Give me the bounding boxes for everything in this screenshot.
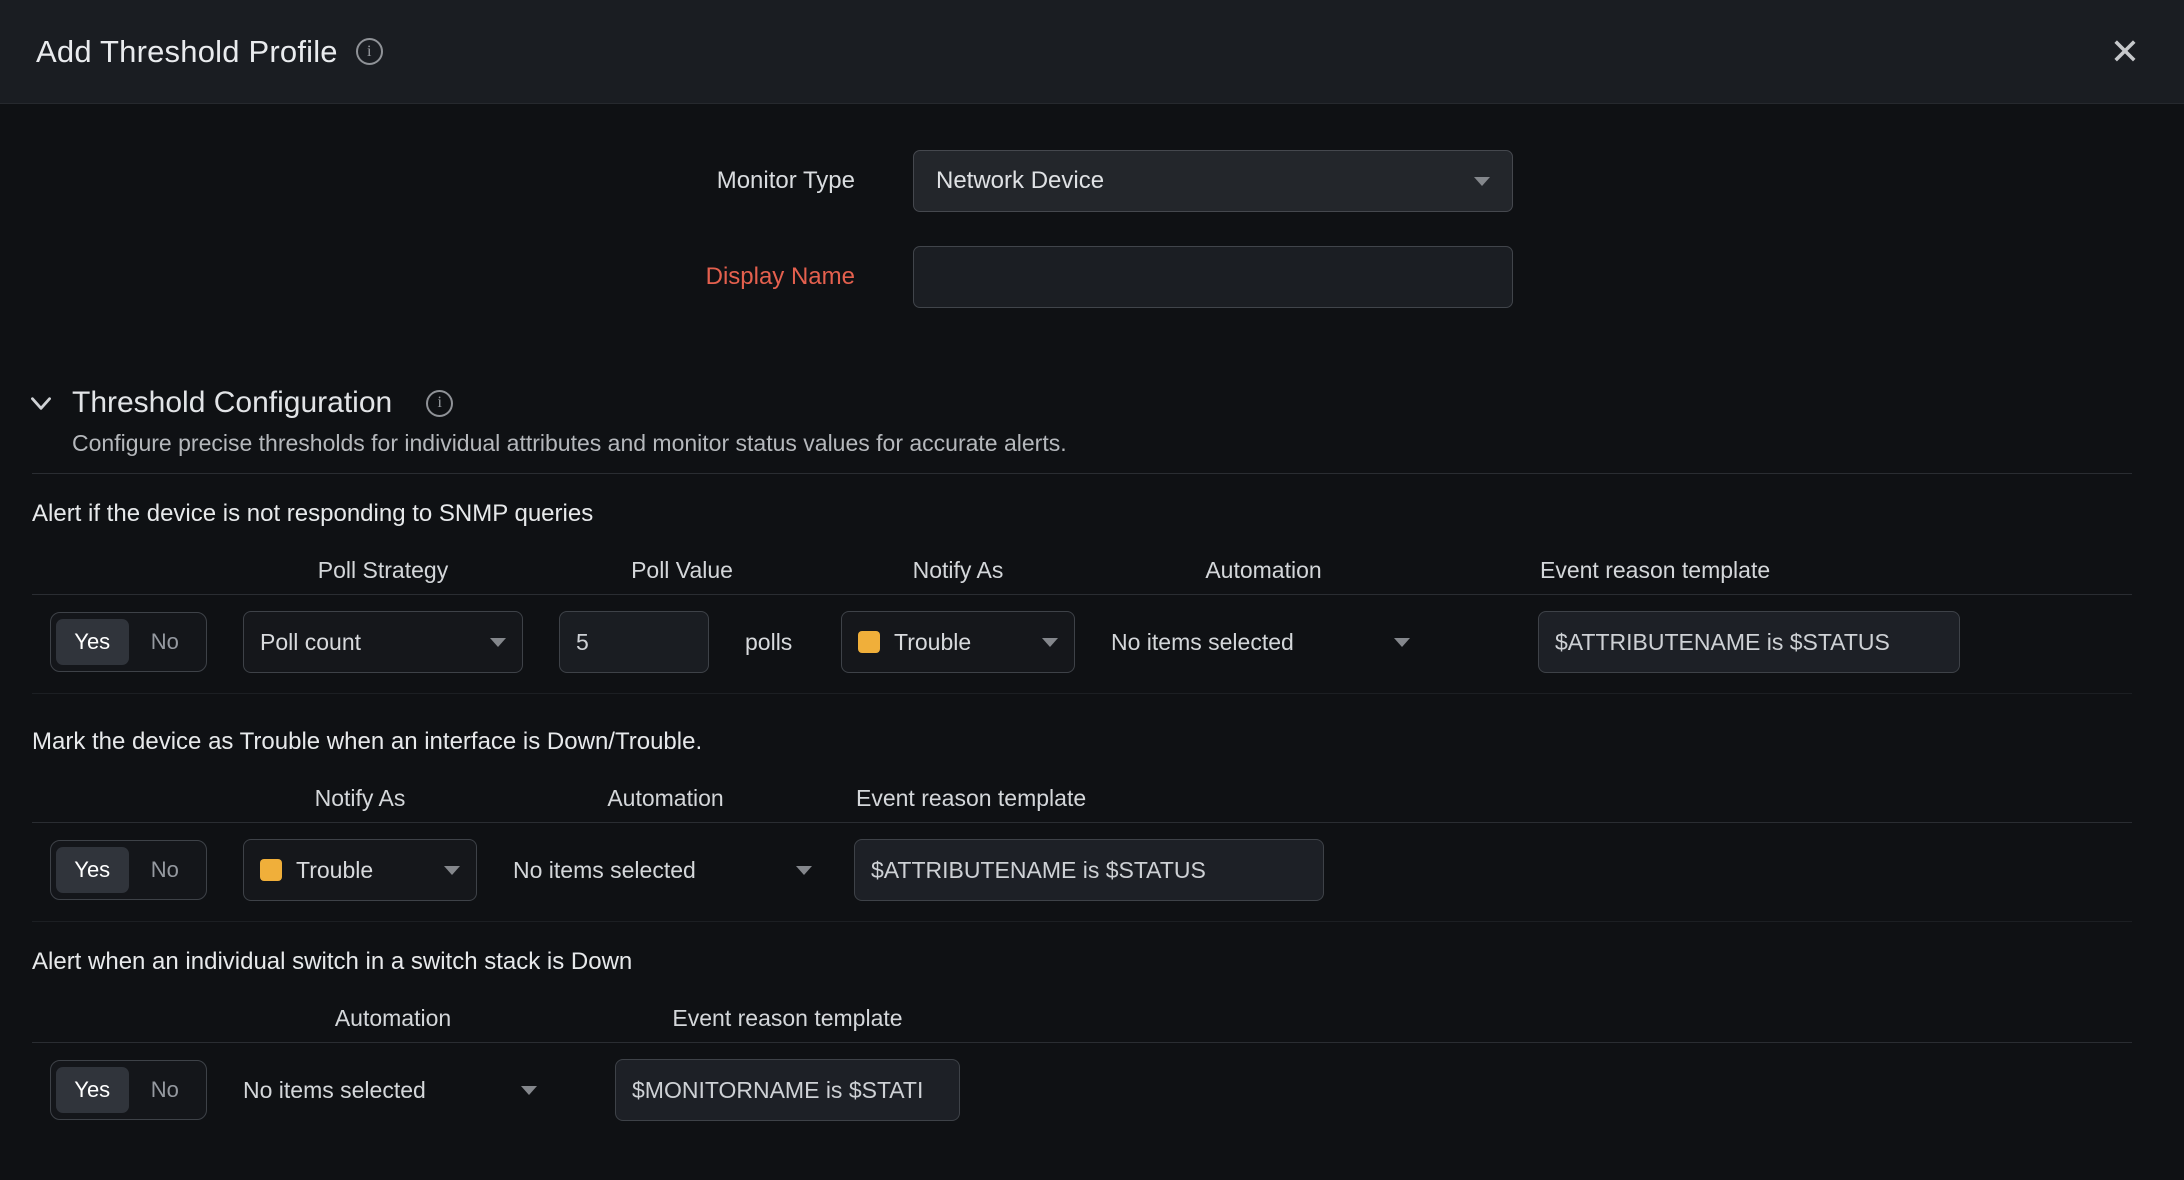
col-event-reason: Event reason template — [1538, 557, 1960, 584]
monitor-type-select[interactable]: Network Device — [913, 150, 1513, 212]
col-automation: Automation — [513, 785, 818, 812]
display-name-row: Display Name — [0, 246, 2184, 308]
snmp-rule-row: Yes No Poll count polls Trouble No items… — [0, 595, 2184, 693]
col-automation: Automation — [1111, 557, 1416, 584]
chevron-down-icon — [1474, 177, 1490, 186]
col-event-reason: Event reason template — [854, 785, 1324, 812]
info-icon[interactable]: i — [426, 390, 453, 417]
stack-rule-header-row: Automation Event reason template — [0, 994, 2184, 1042]
automation-select[interactable]: No items selected — [243, 1077, 543, 1104]
col-poll-strategy: Poll Strategy — [243, 557, 523, 584]
chevron-down-icon — [444, 866, 460, 875]
yes-option[interactable]: Yes — [56, 847, 129, 893]
dialog-title: Add Threshold Profile — [36, 34, 338, 70]
chevron-down-icon — [490, 638, 506, 647]
col-automation: Automation — [243, 1005, 543, 1032]
display-name-label: Display Name — [0, 263, 855, 291]
yes-option[interactable]: Yes — [56, 1067, 129, 1113]
chevron-down-icon — [1394, 638, 1410, 647]
monitor-type-value: Network Device — [936, 167, 1104, 195]
snmp-rule-title: Alert if the device is not responding to… — [32, 500, 2184, 528]
event-reason-input[interactable] — [854, 839, 1324, 901]
poll-unit-label: polls — [745, 629, 805, 656]
info-icon[interactable]: i — [356, 38, 383, 65]
chevron-down-icon — [796, 866, 812, 875]
poll-strategy-select[interactable]: Poll count — [243, 611, 523, 673]
divider — [32, 693, 2132, 694]
snmp-enabled-toggle: Yes No — [50, 612, 207, 672]
event-reason-input[interactable] — [615, 1059, 960, 1121]
no-option[interactable]: No — [129, 619, 202, 665]
display-name-input[interactable] — [913, 246, 1513, 308]
interface-rule-title: Mark the device as Trouble when an inter… — [32, 728, 2184, 756]
col-poll-value: Poll Value — [559, 557, 805, 584]
interface-enabled-toggle: Yes No — [50, 840, 207, 900]
yes-option[interactable]: Yes — [56, 619, 129, 665]
notify-as-select[interactable]: Trouble — [243, 839, 477, 901]
stack-rule-row: Yes No No items selected — [0, 1043, 2184, 1141]
close-icon[interactable]: ✕ — [2102, 30, 2148, 74]
col-notify-as: Notify As — [243, 785, 477, 812]
section-description: Configure precise thresholds for individ… — [72, 430, 2184, 457]
monitor-type-row: Monitor Type Network Device — [0, 150, 2184, 212]
top-form: Monitor Type Network Device Display Name — [0, 104, 2184, 308]
monitor-type-label: Monitor Type — [0, 167, 855, 195]
col-notify-as: Notify As — [841, 557, 1075, 584]
automation-select[interactable]: No items selected — [513, 857, 818, 884]
chevron-down-icon — [521, 1086, 537, 1095]
threshold-configuration-section-header: Threshold Configuration i — [26, 386, 2184, 420]
stack-enabled-toggle: Yes No — [50, 1060, 207, 1120]
dialog-header: Add Threshold Profile i ✕ — [0, 0, 2184, 104]
interface-rule-header-row: Notify As Automation Event reason templa… — [0, 774, 2184, 822]
automation-select[interactable]: No items selected — [1111, 629, 1416, 656]
stack-rule-title: Alert when an individual switch in a swi… — [32, 948, 2184, 976]
no-option[interactable]: No — [129, 1067, 202, 1113]
event-reason-input[interactable] — [1538, 611, 1960, 673]
trouble-status-swatch-icon — [858, 631, 880, 653]
col-event-reason: Event reason template — [615, 1005, 960, 1032]
no-option[interactable]: No — [129, 847, 202, 893]
section-title: Threshold Configuration — [72, 386, 392, 420]
trouble-status-swatch-icon — [260, 859, 282, 881]
poll-value-input[interactable] — [559, 611, 709, 673]
chevron-down-icon[interactable] — [26, 388, 56, 418]
snmp-rule-header-row: Poll Strategy Poll Value Notify As Autom… — [0, 546, 2184, 594]
chevron-down-icon — [1042, 638, 1058, 647]
notify-as-select[interactable]: Trouble — [841, 611, 1075, 673]
divider — [32, 921, 2132, 922]
divider — [32, 473, 2132, 474]
interface-rule-row: Yes No Trouble No items selected — [0, 823, 2184, 921]
